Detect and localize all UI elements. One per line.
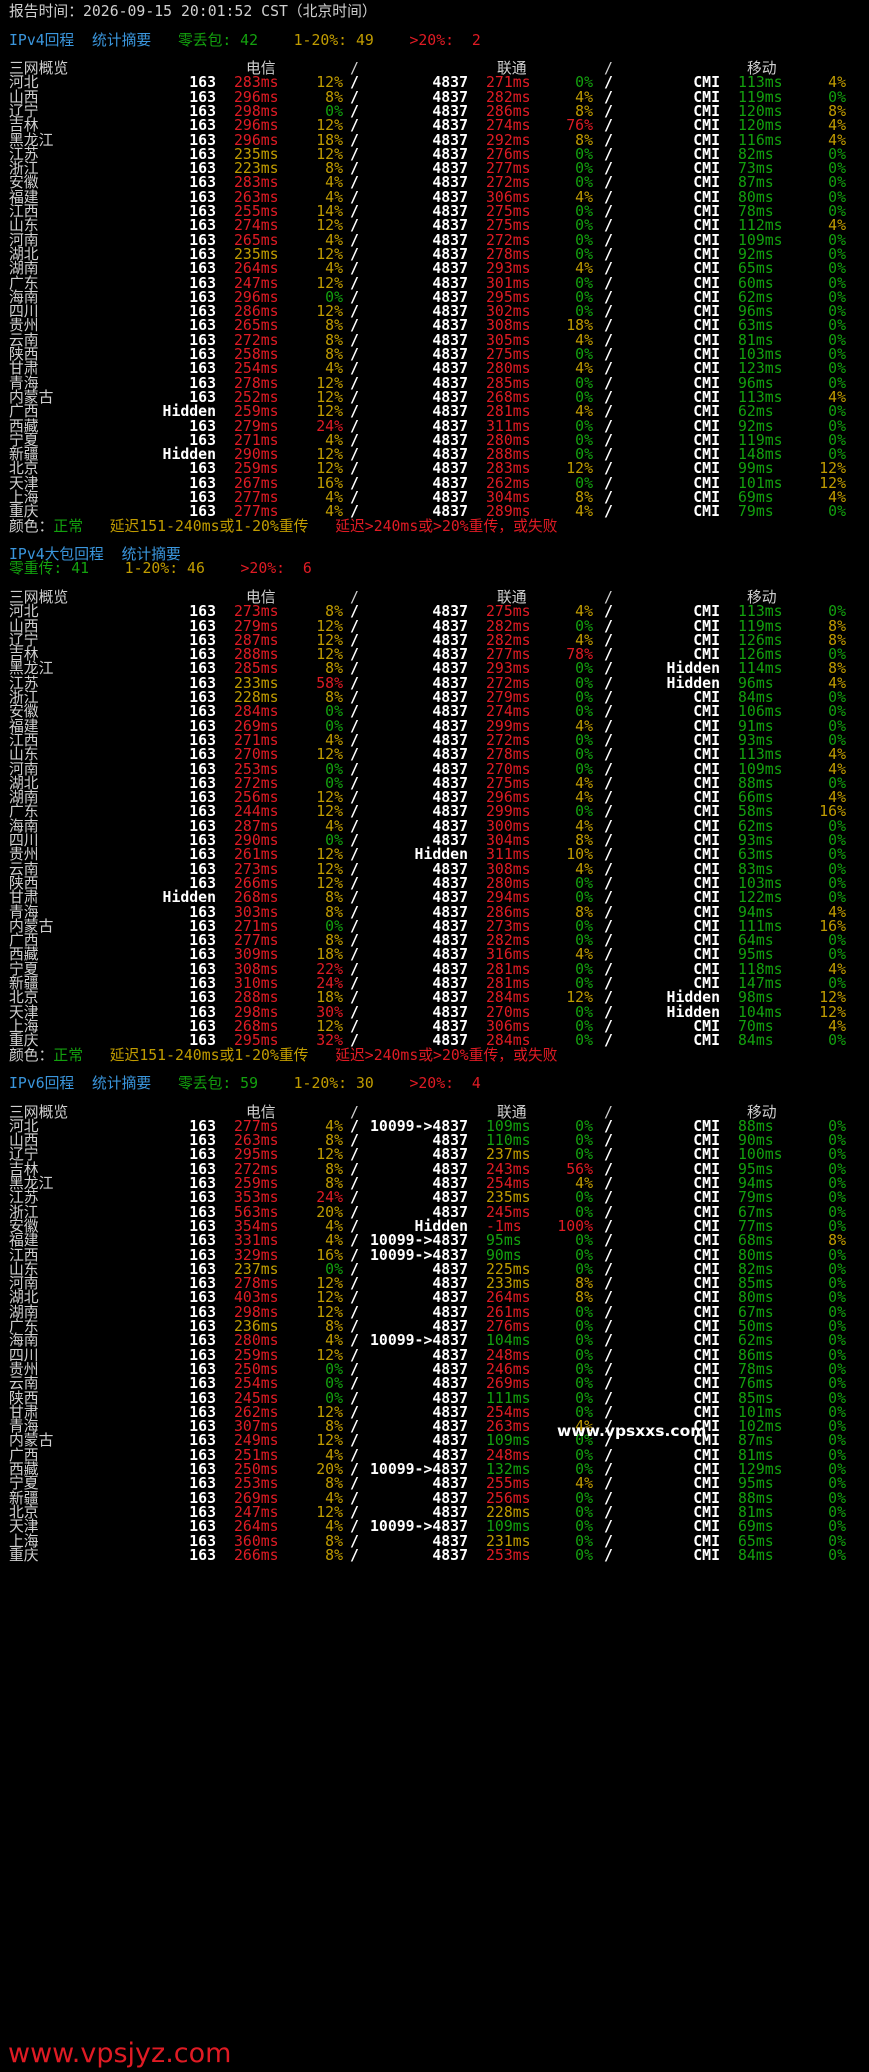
legend-bad: 延迟>240ms或>20%重传，或失败 — [335, 1046, 558, 1064]
legend-normal: 正常 — [53, 1046, 84, 1064]
cm-asn: CMI — [693, 1032, 720, 1050]
watermark-vpsxxs: www.vpsxxs.com — [557, 1422, 707, 1440]
section-stats: 零重传: 41 1-20%: 46 >20%: 6 — [9, 559, 312, 578]
legend-label: 颜色： — [9, 517, 54, 535]
stat-high: >20%: 6 — [240, 560, 312, 578]
stat-mid: 1-20%: 30 — [293, 1075, 374, 1092]
separator-slash: / — [350, 1546, 359, 1564]
cm-latency: 84ms — [738, 1032, 774, 1050]
watermark-vpsjyz: www.vpsjyz.com — [8, 2038, 232, 2069]
legend-mid: 延迟151-240ms或1-20%重传 — [109, 517, 309, 535]
province: 重庆 — [9, 1546, 39, 1564]
cm-latency: 84ms — [738, 1546, 774, 1564]
cu-loss: 0% — [575, 1546, 593, 1564]
legend-normal: 正常 — [53, 517, 84, 535]
section-title-text: IPv6回程 统计摘要 — [9, 1075, 152, 1092]
cm-asn: CMI — [693, 1546, 720, 1564]
cu-loss: 0% — [575, 1032, 593, 1050]
cm-asn: CMI — [693, 503, 720, 521]
stat-zero: 零丢包: 59 — [177, 1075, 258, 1092]
cm-latency: 79ms — [738, 503, 774, 521]
table-row: 重庆 163 266ms 8% / 4837 253ms 0% / CMI 84ms 0% — [0, 1546, 869, 1565]
cu-asn: 4837 — [432, 1546, 468, 1564]
stat-mid: 1-20%: 46 — [124, 560, 205, 578]
separator-slash: / — [604, 1546, 613, 1564]
stat-high: >20%: 4 — [409, 1075, 481, 1092]
section-title: IPv4回程 统计摘要 零丢包: 42 1-20%: 49 >20%: 2 — [9, 31, 481, 50]
cm-loss: 0% — [828, 1546, 846, 1564]
cm-loss: 0% — [828, 503, 846, 521]
legend-bad: 延迟>240ms或>20%重传，或失败 — [335, 517, 558, 535]
cm-loss: 0% — [828, 1032, 846, 1050]
section-title: IPv6回程 统计摘要 零丢包: 59 1-20%: 30 >20%: 4 — [9, 1074, 481, 1093]
cu-latency: 253ms — [486, 1546, 531, 1564]
legend-label: 颜色： — [9, 1046, 54, 1064]
ct-latency: 266ms — [234, 1546, 279, 1564]
stat-zero: 零重传: 41 — [9, 560, 90, 578]
color-legend: 颜色：正常 延迟151-240ms或1-20%重传 延迟>240ms或>20%重… — [9, 517, 557, 536]
report-time: 报告时间：2026-09-15 20:01:52 CST（北京时间） — [9, 3, 377, 20]
legend-mid: 延迟151-240ms或1-20%重传 — [109, 1046, 309, 1064]
stat-high: >20%: 2 — [409, 31, 481, 49]
color-legend: 颜色：正常 延迟151-240ms或1-20%重传 延迟>240ms或>20%重… — [9, 1046, 557, 1065]
stat-mid: 1-20%: 49 — [293, 31, 374, 49]
cu-loss: 4% — [575, 503, 593, 521]
separator-slash: / — [604, 503, 613, 521]
stat-zero: 零丢包: 42 — [177, 31, 258, 49]
ct-loss: 8% — [325, 1546, 343, 1564]
separator-slash: / — [604, 1032, 613, 1050]
ct-asn: 163 — [189, 1546, 216, 1564]
section-title-text: IPv4回程 统计摘要 — [9, 31, 152, 49]
